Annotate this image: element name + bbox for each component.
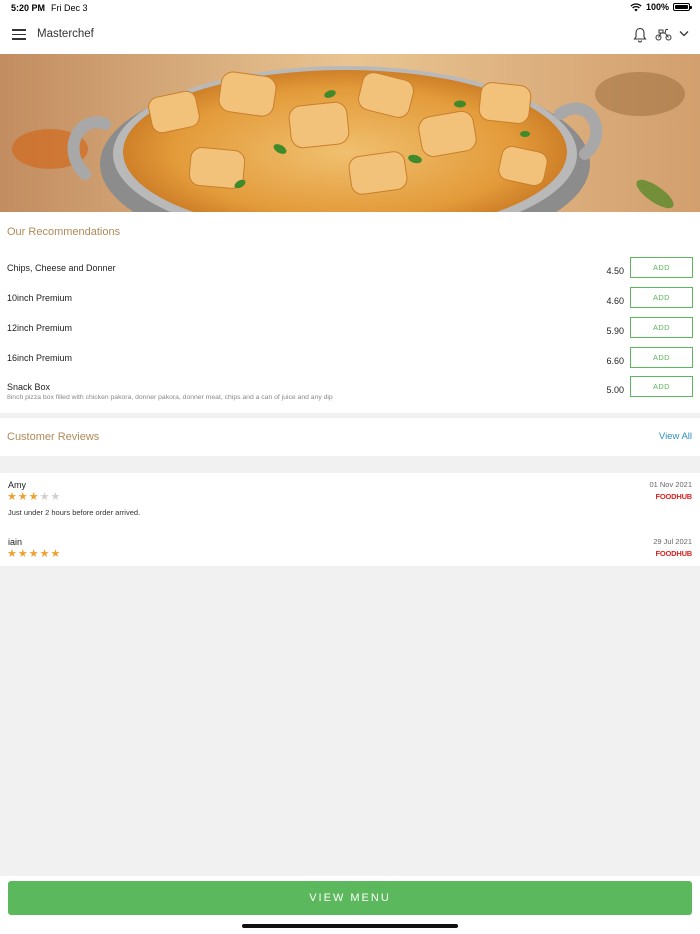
star-filled-icon: ★ xyxy=(17,548,28,560)
star-filled-icon: ★ xyxy=(17,491,28,503)
item-description: 8inch pizza box filled with chicken pako… xyxy=(7,394,333,401)
item-price: 4.60 xyxy=(606,296,624,306)
add-button[interactable]: ADD xyxy=(630,347,693,368)
bell-icon[interactable] xyxy=(633,27,647,43)
view-menu-button[interactable]: VIEW MENU xyxy=(8,881,692,915)
bottom-bar: VIEW MENU xyxy=(0,876,700,934)
status-right: 100% xyxy=(630,2,692,12)
star-empty-icon: ★ xyxy=(50,491,61,503)
star-rating: ★ ★ ★ ★ ★ xyxy=(7,549,60,560)
recommendations-title: Our Recommendations xyxy=(7,226,121,238)
star-filled-icon: ★ xyxy=(28,491,39,503)
review-item: Amy ★ ★ ★ ★ ★ Just under 2 hours before orde… xyxy=(0,480,700,524)
battery-icon xyxy=(673,3,692,11)
recommendation-item: Snack Box 8inch pizza box filled with ch… xyxy=(0,376,700,412)
hero-food-image xyxy=(0,54,700,212)
item-name: 10inch Premium xyxy=(7,293,73,303)
reviews-title: Customer Reviews xyxy=(7,431,100,443)
recommendations-section: Our Recommendations Chips, Cheese and Do… xyxy=(0,212,700,413)
page-title: Masterchef xyxy=(37,28,94,40)
star-filled-icon: ★ xyxy=(7,548,17,560)
star-filled-icon: ★ xyxy=(7,491,17,503)
item-name: 16inch Premium xyxy=(7,353,73,363)
wifi-icon xyxy=(630,2,642,11)
star-filled-icon: ★ xyxy=(28,548,39,560)
foodhub-logo: FOODHUB xyxy=(655,492,692,501)
star-empty-icon: ★ xyxy=(39,491,50,503)
recommendation-item: 10inch Premium 4.60 ADD xyxy=(0,287,700,323)
item-name: 12inch Premium xyxy=(7,323,73,333)
star-filled-icon: ★ xyxy=(50,548,61,560)
battery-fill xyxy=(675,5,688,9)
recommendation-item: 16inch Premium 6.60 ADD xyxy=(0,347,700,383)
status-bar: 5:20 PM Fri Dec 3 100% xyxy=(0,0,700,16)
review-date: 01 Nov 2021 xyxy=(649,480,692,489)
menu-icon[interactable] xyxy=(12,29,26,40)
curry-dish-illustration xyxy=(0,54,700,212)
add-button[interactable]: ADD xyxy=(630,376,693,397)
reviews-header: Customer Reviews View All xyxy=(0,418,700,456)
recommendation-item: Chips, Cheese and Donner 4.50 ADD xyxy=(0,257,700,293)
reviewer-name: Amy xyxy=(8,480,26,490)
item-name: Chips, Cheese and Donner xyxy=(7,263,116,273)
status-time: 5:20 PM xyxy=(11,3,46,13)
recommendation-item: 12inch Premium 5.90 ADD xyxy=(0,317,700,353)
home-indicator xyxy=(242,924,458,928)
review-item: iain ★ ★ ★ ★ ★ 29 Jul 2021 FOODHUB xyxy=(0,537,700,581)
foodhub-logo: FOODHUB xyxy=(655,549,692,558)
review-date: 29 Jul 2021 xyxy=(653,537,692,546)
item-price: 6.60 xyxy=(606,356,624,366)
battery-percent: 100% xyxy=(645,2,669,12)
reviews-list: Amy ★ ★ ★ ★ ★ Just under 2 hours before orde… xyxy=(0,473,700,566)
chevron-down-icon[interactable] xyxy=(679,30,689,37)
item-price: 5.00 xyxy=(606,385,624,395)
item-price: 5.90 xyxy=(606,326,624,336)
item-name: Snack Box xyxy=(7,382,51,392)
scooter-icon[interactable] xyxy=(655,28,672,41)
app-header: Masterchef xyxy=(0,16,700,54)
star-rating: ★ ★ ★ ★ ★ xyxy=(7,492,60,503)
item-price: 4.50 xyxy=(606,266,624,276)
reviewer-name: iain xyxy=(8,537,23,547)
add-button[interactable]: ADD xyxy=(630,287,693,308)
view-all-link[interactable]: View All xyxy=(659,431,692,442)
add-button[interactable]: ADD xyxy=(630,257,693,278)
star-filled-icon: ★ xyxy=(39,548,50,560)
review-text: Just under 2 hours before order arrived. xyxy=(8,508,141,517)
status-date: Fri Dec 3 xyxy=(51,3,88,13)
add-button[interactable]: ADD xyxy=(630,317,693,338)
